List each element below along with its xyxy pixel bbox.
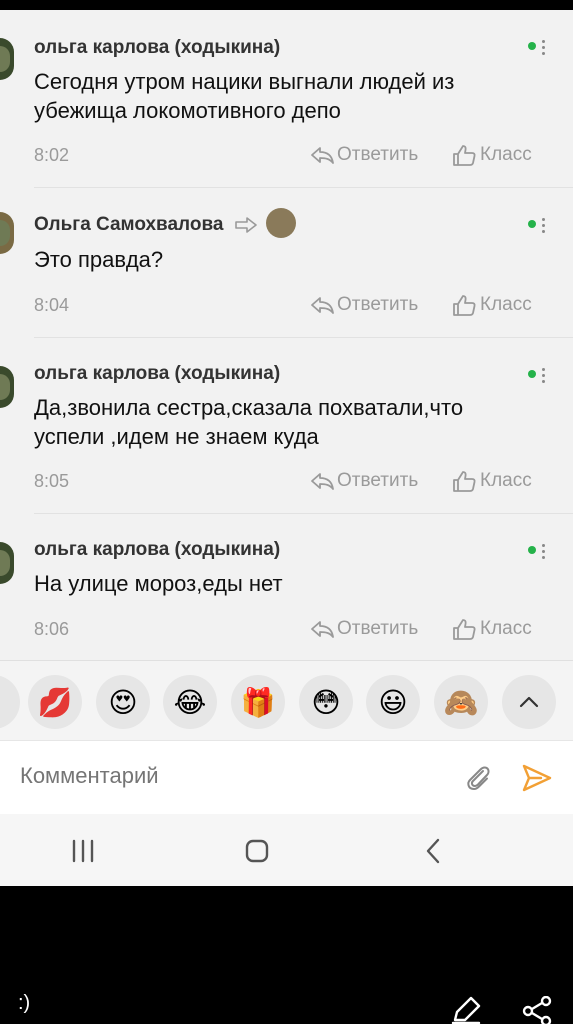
online-indicator <box>528 42 536 50</box>
message-item: ольга карлова (ходыкина) Сегодня утром н… <box>0 10 573 188</box>
emoji-heart-eyes-button[interactable]: 😍 <box>96 675 150 729</box>
reply-label: Ответить <box>337 470 419 491</box>
back-icon <box>426 838 440 864</box>
expand-emoji-button[interactable] <box>502 675 556 729</box>
recent-apps-icon <box>72 839 94 863</box>
like-label: Класс <box>480 618 532 639</box>
more-menu-icon[interactable] <box>542 368 546 386</box>
message-text: На улице мороз,еды нет <box>34 571 283 596</box>
emoji-bar: 💋 😍 😂 🎁 😳 😃 🙈 <box>0 660 573 740</box>
back-button[interactable] <box>418 836 448 866</box>
message-item: Ольга Самохвалова Это правда? 8:04 Ответ… <box>0 188 573 338</box>
reply-icon <box>311 621 334 638</box>
recipient-avatar[interactable] <box>266 208 297 238</box>
forward-arrow-icon <box>234 217 257 233</box>
more-menu-icon[interactable] <box>542 40 546 58</box>
like-icon <box>453 471 476 492</box>
reply-button[interactable]: Ответить <box>310 470 418 492</box>
more-menu-icon[interactable] <box>542 218 546 236</box>
chat-screen: ольга карлова (ходыкина) Сегодня утром н… <box>0 10 573 886</box>
status-bar <box>0 0 573 10</box>
emoji-kiss-button[interactable]: 💋 <box>28 675 82 729</box>
reply-icon <box>311 473 334 490</box>
avatar[interactable] <box>0 212 14 254</box>
like-icon <box>453 145 476 166</box>
like-button[interactable]: Класс <box>452 618 532 640</box>
send-icon[interactable] <box>521 763 553 793</box>
home-icon <box>245 839 269 863</box>
like-icon <box>453 619 476 640</box>
viewer-footer <box>0 886 573 1024</box>
reply-label: Ответить <box>337 144 419 165</box>
reply-icon <box>311 147 334 164</box>
reply-label: Ответить <box>337 618 419 639</box>
online-indicator <box>528 220 536 228</box>
emoji-monkey-button[interactable]: 🙈 <box>434 675 488 729</box>
navigation-bar <box>0 814 573 886</box>
message-time: 8:04 <box>34 295 70 315</box>
like-button[interactable]: Класс <box>452 294 532 316</box>
like-label: Класс <box>480 144 532 165</box>
emoji-button[interactable] <box>0 675 20 729</box>
avatar[interactable] <box>0 366 14 408</box>
message-time: 8:06 <box>34 619 70 639</box>
share-icon[interactable] <box>522 996 552 1024</box>
like-label: Класс <box>480 470 532 491</box>
avatar[interactable] <box>0 38 14 80</box>
message-author[interactable]: ольга карлова (ходыкина) <box>34 363 280 385</box>
emoji-laugh-button[interactable]: 😂 <box>163 675 217 729</box>
caption-text: :) <box>18 992 31 1014</box>
home-button[interactable] <box>242 836 272 866</box>
comment-bar <box>0 740 573 814</box>
reply-button[interactable]: Ответить <box>310 618 418 640</box>
online-indicator <box>528 370 536 378</box>
message-time: 8:02 <box>34 145 70 165</box>
message-time: 8:05 <box>34 471 70 491</box>
edit-icon[interactable] <box>449 996 483 1024</box>
message-author[interactable]: ольга карлова (ходыкина) <box>34 539 280 561</box>
message-item: ольга карлова (ходыкина) На улице мороз,… <box>0 514 573 660</box>
like-label: Класс <box>480 294 532 315</box>
like-button[interactable]: Класс <box>452 144 532 166</box>
emoji-smile-button[interactable]: 😃 <box>366 675 420 729</box>
attach-icon[interactable] <box>463 763 493 793</box>
message-author[interactable]: Ольга Самохвалова <box>34 208 297 240</box>
message-text: Это правда? <box>34 247 164 272</box>
reply-icon <box>311 297 334 314</box>
chevron-up-icon <box>519 696 539 708</box>
message-text: Да,звонила сестра,сказала похватали,что … <box>34 395 464 449</box>
like-icon <box>453 295 476 316</box>
avatar[interactable] <box>0 542 14 584</box>
message-author-name: Ольга Самохвалова <box>34 214 224 236</box>
emoji-gift-button[interactable]: 🎁 <box>231 675 285 729</box>
message-text: Сегодня утром нацики выгнали людей из уб… <box>34 69 455 123</box>
comment-input[interactable] <box>20 763 420 789</box>
reply-button[interactable]: Ответить <box>310 144 418 166</box>
online-indicator <box>528 546 536 554</box>
reply-button[interactable]: Ответить <box>310 294 418 316</box>
recent-apps-button[interactable] <box>68 836 98 866</box>
more-menu-icon[interactable] <box>542 544 546 562</box>
reply-label: Ответить <box>337 294 419 315</box>
message-author[interactable]: ольга карлова (ходыкина) <box>34 37 280 59</box>
message-item: ольга карлова (ходыкина) Да,звонила сест… <box>0 338 573 514</box>
like-button[interactable]: Класс <box>452 470 532 492</box>
emoji-flushed-button[interactable]: 😳 <box>299 675 353 729</box>
